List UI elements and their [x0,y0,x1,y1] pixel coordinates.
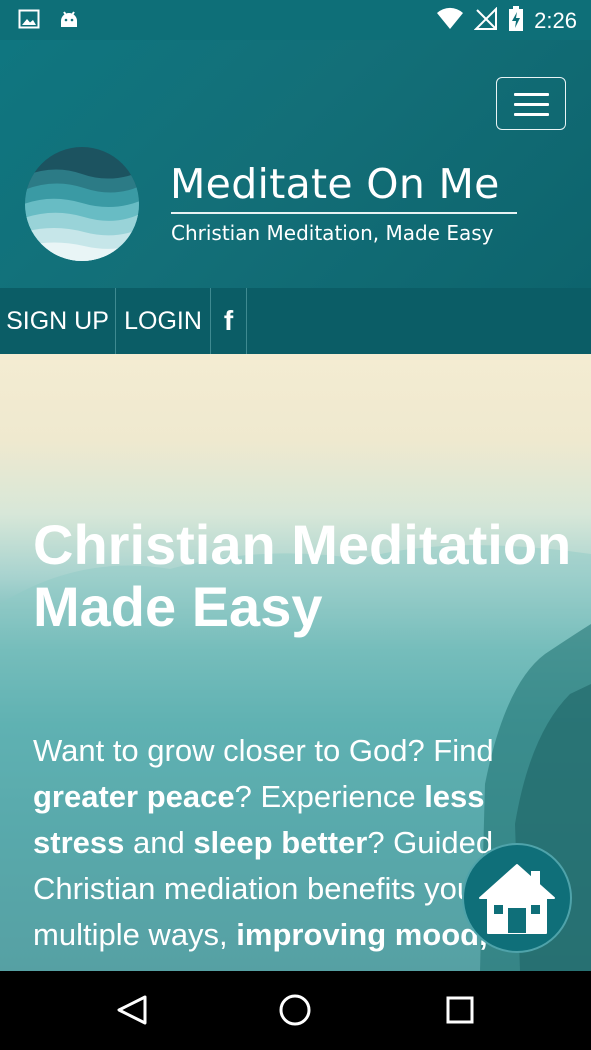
hero-text-bold: improving mood, [236,917,488,952]
brand-divider [171,212,517,214]
no-signal-icon [473,6,498,35]
hero-title: Christian Meditation Made Easy [33,513,572,638]
wifi-icon [436,7,464,35]
brand-title[interactable]: Meditate On Me [170,160,500,208]
brand-subtitle: Christian Meditation, Made Easy [171,221,494,245]
android-icon [58,8,80,34]
home-circle-icon[interactable] [278,993,312,1027]
login-link[interactable]: LOGIN [116,288,211,354]
hamburger-line [514,103,549,106]
facebook-icon[interactable]: f [211,288,247,354]
battery-charging-icon [508,6,524,36]
logo-waves-icon[interactable] [24,146,140,262]
top-nav: SIGN UP LOGIN f [0,288,591,354]
status-bar: 2:26 [0,0,591,40]
hero-text: Want to grow closer to God? Find [33,733,494,768]
recents-icon[interactable] [445,995,475,1025]
hero-text: and [124,825,194,860]
system-navigation-bar [0,971,591,1050]
hero-text-bold: sleep better [193,825,368,860]
back-icon[interactable] [115,993,149,1027]
clock-time: 2:26 [534,8,577,33]
hamburger-line [514,113,549,116]
home-button[interactable] [462,843,572,953]
sign-up-link[interactable]: SIGN UP [0,288,116,354]
image-icon [18,8,40,34]
hero-text-bold: greater peace [33,779,235,814]
home-icon [479,864,555,934]
hamburger-menu-button[interactable] [496,77,566,130]
hamburger-menu-icon [514,93,549,96]
hero-text: ? Experience [234,779,425,814]
site-header: Meditate On Me Christian Meditation, Mad… [0,40,591,288]
